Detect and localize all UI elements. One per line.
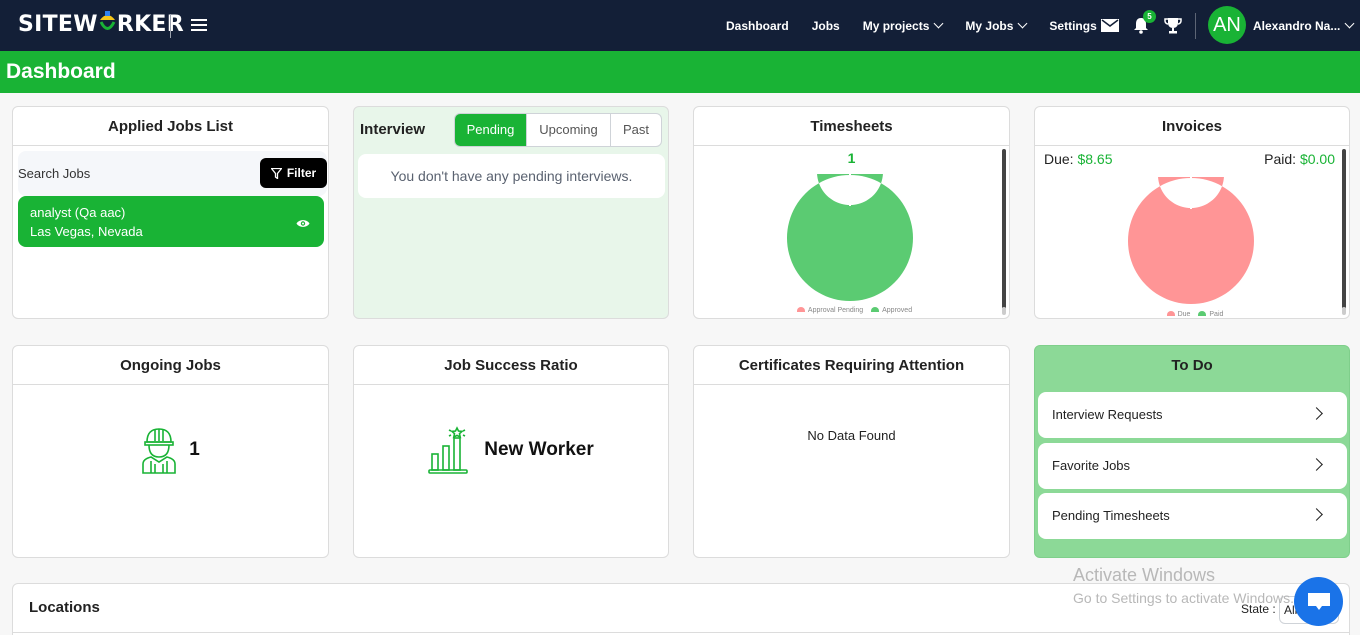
tab-pending[interactable]: Pending	[455, 114, 527, 146]
chevron-down-icon	[933, 18, 944, 29]
card-title: Invoices	[1035, 107, 1349, 146]
nav-link-jobs[interactable]: Jobs	[812, 19, 840, 33]
notification-count-badge: 5	[1143, 10, 1156, 23]
timesheets-donut-chart	[786, 174, 913, 301]
interview-card: Interview Pending Upcoming Past You don'…	[353, 106, 669, 319]
user-name: Alexandro Na...	[1253, 18, 1341, 33]
sitewoker-logo[interactable]: SITEW RKER	[18, 11, 185, 37]
applied-jobs-card: Applied Jobs List Search Jobs Filter ana…	[12, 106, 329, 319]
nav-link-my-jobs[interactable]: My Jobs	[965, 18, 1028, 33]
card-title: Ongoing Jobs	[13, 346, 328, 385]
windows-activation-watermark-title: Activate Windows	[1073, 565, 1216, 585]
card-title: To Do	[1171, 357, 1213, 374]
card-title: Timesheets	[694, 107, 1009, 146]
scrollbar[interactable]	[1002, 149, 1006, 309]
chevron-right-icon	[1310, 508, 1323, 521]
legend-label[interactable]: Approved	[882, 307, 912, 314]
certificates-card: Certificates Requiring Attention No Data…	[693, 345, 1010, 558]
ongoing-jobs-summary: 1	[13, 426, 328, 474]
todo-item-label: Pending Timesheets	[1052, 508, 1170, 523]
todo-item-interview-requests[interactable]: Interview Requests	[1038, 392, 1347, 438]
scrollbar-track	[1002, 307, 1006, 315]
nav-link-my-projects[interactable]: My projects	[863, 18, 944, 33]
todo-item-favorite-jobs[interactable]: Favorite Jobs	[1038, 443, 1347, 489]
card-title: Job Success Ratio	[354, 346, 668, 385]
bell-icon[interactable]: 5	[1133, 0, 1157, 51]
menu-toggle-icon[interactable]	[191, 19, 207, 31]
card-title: Applied Jobs List	[13, 107, 328, 146]
scrollbar-track	[1342, 307, 1346, 315]
todo-item-label: Interview Requests	[1052, 407, 1163, 422]
timesheets-total: 1	[847, 150, 856, 166]
user-menu[interactable]: Alexandro Na...	[1253, 0, 1355, 51]
legend-label[interactable]: Due	[1178, 311, 1191, 318]
page-title-bar: Dashboard	[0, 51, 1360, 93]
invoices-card: Invoices Due: $8.65 Paid: $0.00 Due Paid	[1034, 106, 1350, 319]
job-success-card: Job Success Ratio New Worker	[353, 345, 669, 558]
legend-swatch	[871, 307, 880, 312]
card-title: Interview	[360, 121, 426, 138]
search-jobs-label: Search Jobs	[18, 166, 91, 181]
chevron-right-icon	[1310, 458, 1323, 471]
ongoing-jobs-card: Ongoing Jobs 1	[12, 345, 329, 558]
page-title: Dashboard	[6, 60, 116, 83]
tab-upcoming[interactable]: Upcoming	[527, 114, 611, 146]
job-success-summary: New Worker	[354, 426, 668, 474]
chat-button[interactable]	[1294, 577, 1343, 626]
ongoing-jobs-count: 1	[189, 439, 200, 460]
legend-swatch	[1166, 311, 1175, 316]
todo-item-pending-timesheets[interactable]: Pending Timesheets	[1038, 493, 1347, 539]
due-amount: $8.65	[1077, 151, 1113, 167]
paid-amount: $0.00	[1299, 151, 1335, 167]
hardhat-logo-icon	[98, 11, 117, 33]
filter-button[interactable]: Filter	[260, 158, 327, 188]
logo-text-end: RKER	[116, 12, 185, 37]
invoice-paid: Paid: $0.00	[1264, 151, 1335, 167]
chart-legend: Approval Pending Approved	[694, 307, 1009, 314]
nav-links: Dashboard Jobs My projects My Jobs Setti…	[726, 0, 1133, 51]
invoice-due: Due: $8.65	[1044, 151, 1113, 167]
legend-label[interactable]: Approval Pending	[808, 307, 863, 314]
chart-legend: Due Paid	[1035, 311, 1349, 318]
windows-activation-watermark-text: Go to Settings to activate Windows.	[1073, 590, 1294, 606]
timesheets-card: Timesheets 1 Approval Pending Approved	[693, 106, 1010, 319]
construction-worker-icon	[142, 428, 177, 474]
nav-divider	[1195, 13, 1196, 39]
bar-chart-star-icon	[428, 426, 469, 474]
divider	[13, 632, 1349, 633]
card-title: Certificates Requiring Attention	[694, 346, 1009, 385]
empty-state-message: No Data Found	[807, 428, 896, 443]
invoices-donut-chart	[1127, 177, 1254, 304]
search-jobs-bar: Search Jobs Filter	[18, 151, 327, 196]
scrollbar[interactable]	[1342, 149, 1346, 309]
tab-past[interactable]: Past	[611, 114, 661, 146]
chevron-down-icon	[1344, 18, 1355, 29]
legend-label[interactable]: Paid	[1209, 311, 1223, 318]
chevron-down-icon	[1017, 18, 1028, 29]
top-navbar: SITEW RKER Dashboard Jobs My projects My …	[0, 0, 1360, 51]
empty-state-message: You don't have any pending interviews.	[358, 154, 665, 198]
logo-text-start: SITEW	[18, 12, 98, 37]
job-title: analyst (Qa aac)	[30, 205, 126, 220]
filter-icon	[270, 167, 282, 179]
mail-icon[interactable]	[1101, 0, 1119, 51]
nav-link-dashboard[interactable]: Dashboard	[726, 19, 789, 33]
todo-item-label: Favorite Jobs	[1052, 458, 1131, 473]
legend-swatch	[1198, 311, 1207, 316]
chat-bubble-icon	[1307, 592, 1330, 610]
view-eye-icon[interactable]	[296, 215, 310, 233]
trophy-icon[interactable]	[1164, 0, 1182, 51]
legend-swatch	[796, 307, 805, 312]
applied-job-item[interactable]: analyst (Qa aac) Las Vegas, Nevada	[18, 196, 324, 247]
chevron-right-icon	[1310, 407, 1323, 420]
todo-card: To Do Interview Requests Favorite Jobs P…	[1034, 345, 1350, 558]
interview-tabs: Pending Upcoming Past	[454, 113, 662, 147]
job-success-status: New Worker	[484, 439, 594, 460]
job-location: Las Vegas, Nevada	[30, 224, 143, 239]
avatar[interactable]: AN	[1208, 6, 1246, 44]
nav-divider	[170, 14, 171, 38]
card-title: Locations	[29, 599, 100, 616]
